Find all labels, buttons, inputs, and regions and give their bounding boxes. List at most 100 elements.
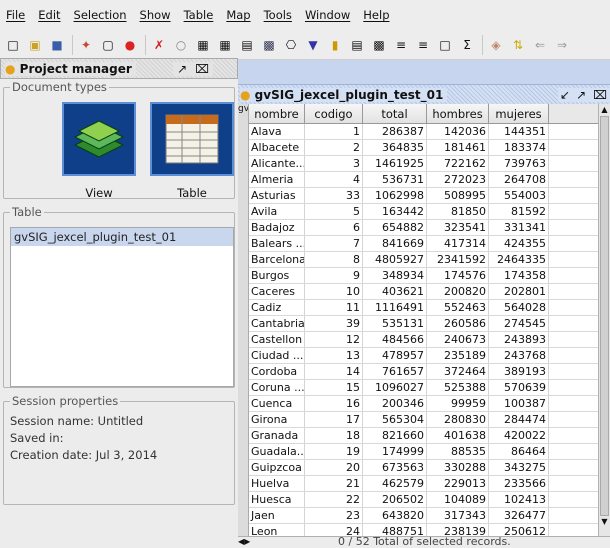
- table-cell[interactable]: 202801: [489, 284, 549, 299]
- table-cell[interactable]: 280830: [427, 412, 489, 427]
- table-cell[interactable]: 200346: [363, 396, 427, 411]
- table-cell[interactable]: 417314: [427, 236, 489, 251]
- table-edit-icon[interactable]: ▦: [216, 36, 234, 54]
- table-cell[interactable]: 673563: [363, 460, 427, 475]
- table-row[interactable]: Cordoba 14 761657 372464 389193: [249, 364, 598, 380]
- chart-icon[interactable]: ≡: [414, 36, 432, 54]
- table-join-icon[interactable]: ▤: [238, 36, 256, 54]
- project-manager-titlebar[interactable]: ● Project manager ↗ ⌧: [0, 58, 238, 79]
- table-cell[interactable]: 2: [305, 140, 363, 155]
- doc-type-table[interactable]: Table: [150, 102, 234, 200]
- table-cell[interactable]: 722162: [427, 156, 489, 171]
- table-cell[interactable]: 739763: [489, 156, 549, 171]
- menu-map[interactable]: Map: [226, 8, 250, 22]
- table-cell[interactable]: 21: [305, 476, 363, 491]
- table-cell[interactable]: 284474: [489, 412, 549, 427]
- table-stats-icon[interactable]: ▦: [194, 36, 212, 54]
- column-header[interactable]: total: [363, 104, 427, 123]
- table-cell[interactable]: 20: [305, 460, 363, 475]
- table-row[interactable]: Cadiz 11 1116491 552463 564028: [249, 300, 598, 316]
- table-cell[interactable]: Leon: [249, 524, 305, 536]
- table-cell[interactable]: 264708: [489, 172, 549, 187]
- table-row[interactable]: Barcelona 8 4805927 2341592 2464335: [249, 252, 598, 268]
- table-cell[interactable]: 272023: [427, 172, 489, 187]
- table-cell[interactable]: 323541: [427, 220, 489, 235]
- table-row[interactable]: Jaen 23 643820 317343 326477: [249, 508, 598, 524]
- table-cell[interactable]: 2464335: [489, 252, 549, 267]
- table-cell[interactable]: 233566: [489, 476, 549, 491]
- wand-icon[interactable]: ✦: [77, 36, 95, 54]
- table-cell[interactable]: Asturias: [249, 188, 305, 203]
- table-cell[interactable]: 343275: [489, 460, 549, 475]
- table-cell[interactable]: 326477: [489, 508, 549, 523]
- table-cell[interactable]: 643820: [363, 508, 427, 523]
- column-header[interactable]: mujeres: [489, 104, 549, 123]
- table-cell[interactable]: 183374: [489, 140, 549, 155]
- column-header[interactable]: hombres: [427, 104, 489, 123]
- table-row[interactable]: Avila 5 163442 81850 81592: [249, 204, 598, 220]
- table-cell[interactable]: 15: [305, 380, 363, 395]
- table-row[interactable]: Badajoz 6 654882 323541 331341: [249, 220, 598, 236]
- maximize-icon[interactable]: ↗: [173, 61, 192, 76]
- table-cell[interactable]: 100387: [489, 396, 549, 411]
- vertical-scrollbar[interactable]: ▲ ▼: [598, 104, 610, 536]
- table-cell[interactable]: 206502: [363, 492, 427, 507]
- scroll-down-icon[interactable]: ▼: [599, 516, 610, 528]
- side-tab[interactable]: gvS: [238, 104, 249, 536]
- table-cell[interactable]: 4: [305, 172, 363, 187]
- pointer-icon[interactable]: ○: [172, 36, 190, 54]
- table-cell[interactable]: Jaen: [249, 508, 305, 523]
- table-cell[interactable]: 3: [305, 156, 363, 171]
- table-cell[interactable]: Almeria: [249, 172, 305, 187]
- table-list-item[interactable]: gvSIG_jexcel_plugin_test_01: [11, 228, 233, 246]
- back-icon[interactable]: ⇐: [531, 36, 549, 54]
- restore-icon[interactable]: ↙: [558, 87, 573, 102]
- table-cell[interactable]: 564028: [489, 300, 549, 315]
- doc-type-view[interactable]: View: [62, 102, 136, 200]
- table-cell[interactable]: 163442: [363, 204, 427, 219]
- save-icon[interactable]: ■: [48, 36, 66, 54]
- table-cell[interactable]: 286387: [363, 124, 427, 139]
- table-row[interactable]: Asturias 33 1062998 508995 554003: [249, 188, 598, 204]
- table-row[interactable]: Almeria 4 536731 272023 264708: [249, 172, 598, 188]
- table-cell[interactable]: 142036: [427, 124, 489, 139]
- table-cell[interactable]: 570639: [489, 380, 549, 395]
- menu-edit[interactable]: Edit: [38, 8, 60, 22]
- menu-help[interactable]: Help: [363, 8, 389, 22]
- table-cell[interactable]: 181461: [427, 140, 489, 155]
- table-cell[interactable]: 330288: [427, 460, 489, 475]
- table-cell[interactable]: Huelva: [249, 476, 305, 491]
- selection-icon[interactable]: ▮: [326, 36, 344, 54]
- table-cell[interactable]: 484566: [363, 332, 427, 347]
- menu-window[interactable]: Window: [305, 8, 350, 22]
- statistics-icon[interactable]: ≡: [392, 36, 410, 54]
- table-cell[interactable]: 420022: [489, 428, 549, 443]
- table-row[interactable]: Castellon 12 484566 240673 243893: [249, 332, 598, 348]
- table-row[interactable]: Girona 17 565304 280830 284474: [249, 412, 598, 428]
- table-cell[interactable]: Avila: [249, 204, 305, 219]
- maximize-icon[interactable]: ↗: [572, 87, 591, 102]
- table-cell[interactable]: 821660: [363, 428, 427, 443]
- table-cell[interactable]: 99959: [427, 396, 489, 411]
- table-row[interactable]: Ciudad ... 13 478957 235189 243768: [249, 348, 598, 364]
- table-cell[interactable]: 372464: [427, 364, 489, 379]
- table-cell[interactable]: 243768: [489, 348, 549, 363]
- menu-selection[interactable]: Selection: [74, 8, 127, 22]
- table-cell[interactable]: Cordoba: [249, 364, 305, 379]
- table-cell[interactable]: Barcelona: [249, 252, 305, 267]
- table-row[interactable]: Guipzcoa 20 673563 330288 343275: [249, 460, 598, 476]
- table-cell[interactable]: 81592: [489, 204, 549, 219]
- table-cell[interactable]: Castellon: [249, 332, 305, 347]
- table-cell[interactable]: 552463: [427, 300, 489, 315]
- table-cell[interactable]: 174576: [427, 268, 489, 283]
- table-link-icon[interactable]: ▩: [260, 36, 278, 54]
- forward-icon[interactable]: ⇒: [553, 36, 571, 54]
- table-cell[interactable]: Girona: [249, 412, 305, 427]
- table-cell[interactable]: 1461925: [363, 156, 427, 171]
- new-icon[interactable]: □: [4, 36, 22, 54]
- table-cell[interactable]: 1062998: [363, 188, 427, 203]
- table-row[interactable]: Huesca 22 206502 104089 102413: [249, 492, 598, 508]
- table-row[interactable]: Cuenca 16 200346 99959 100387: [249, 396, 598, 412]
- table-row[interactable]: Guadala... 19 174999 88535 86464: [249, 444, 598, 460]
- table-cell[interactable]: 200820: [427, 284, 489, 299]
